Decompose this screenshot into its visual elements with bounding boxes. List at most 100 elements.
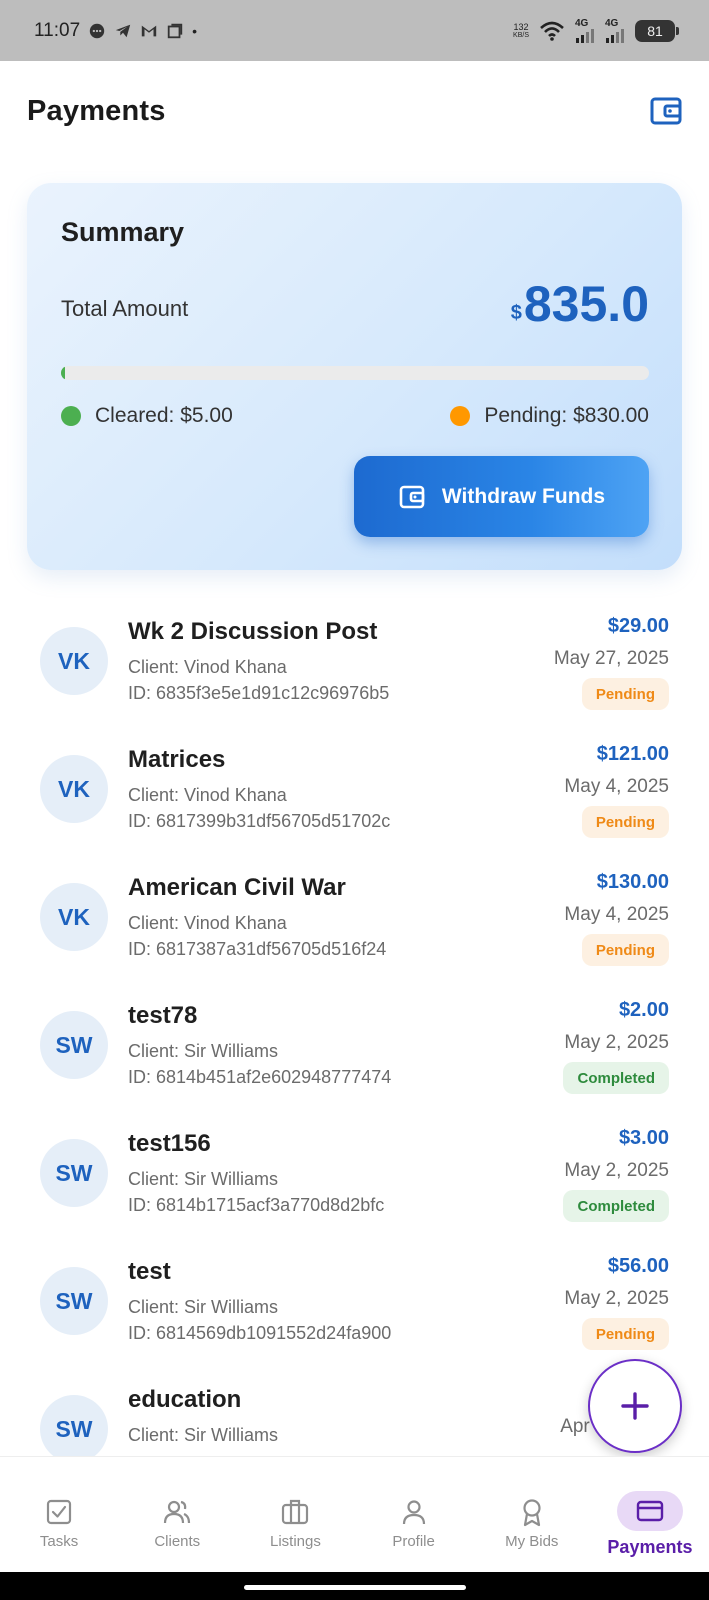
profile-icon: [402, 1500, 425, 1525]
payment-date: May 2, 2025: [564, 1288, 669, 1309]
cleared-label: Cleared: $5.00: [95, 404, 233, 427]
payment-row[interactable]: SW test Client: Sir Williams ID: 6814569…: [0, 1240, 709, 1368]
cleared-progress-bar: [61, 366, 649, 380]
gmail-notification-icon: [141, 25, 157, 36]
payment-id: ID: 6817387a31df56705d516f24: [128, 939, 387, 959]
payment-id: ID: 6817399b31df56705d51702c: [128, 811, 391, 831]
payment-title: test156: [128, 1130, 211, 1157]
client-avatar: VK: [40, 755, 108, 823]
status-bar: 11:07 • 132 KB/S 4G 4G 81: [0, 0, 709, 61]
payment-client: Client: Vinod Khana: [128, 657, 287, 677]
nav-label: Profile: [392, 1533, 435, 1550]
payment-amount: $121.00: [596, 743, 669, 765]
nav-item-payments[interactable]: Payments: [591, 1457, 709, 1572]
payment-id: ID: 6814b451af2e602948777474: [128, 1067, 392, 1087]
system-nav-bar: [0, 1572, 709, 1600]
chat-notification-icon: [89, 23, 105, 38]
client-avatar: VK: [40, 883, 108, 951]
active-nav-indicator: [616, 1491, 683, 1531]
nav-item-clients[interactable]: Clients: [118, 1457, 236, 1572]
wallet-icon[interactable]: [649, 94, 683, 128]
payment-id: ID: 6814569db1091552d24fa900: [128, 1323, 392, 1343]
payment-title: test: [128, 1258, 171, 1285]
status-time: 11:07: [34, 19, 81, 41]
payments-list[interactable]: VK Wk 2 Discussion Post Client: Vinod Kh…: [0, 600, 709, 1456]
payment-title: Matrices: [128, 746, 226, 773]
payment-amount: $2.00: [618, 999, 669, 1021]
nav-item-profile[interactable]: Profile: [355, 1457, 473, 1572]
signal-2: 4G: [605, 18, 625, 43]
client-avatar: VK: [40, 627, 108, 695]
summary-title: Summary: [61, 217, 185, 247]
summary-card: Summary Total Amount $ 835.0 Cleared: $5…: [27, 183, 682, 570]
battery-indicator: 81: [635, 19, 679, 42]
more-notifications-dot: •: [192, 22, 198, 39]
status-bar-left: 11:07 •: [34, 20, 197, 42]
payment-date: May 2, 2025: [564, 1032, 669, 1053]
bids-icon: [523, 1499, 541, 1527]
status-badge: Pending: [581, 1318, 669, 1350]
status-badge: Pending: [581, 806, 669, 838]
signal-1: 4G: [575, 18, 595, 43]
payment-date: May 27, 2025: [553, 648, 669, 669]
status-badge: Pending: [581, 678, 669, 710]
payment-row[interactable]: SW test78 Client: Sir Williams ID: 6814b…: [0, 984, 709, 1112]
payment-date: May 4, 2025: [564, 904, 669, 925]
payments-icon: [636, 1500, 664, 1522]
pending-dot: [450, 406, 471, 426]
payment-amount: $130.00: [596, 871, 669, 893]
payment-client: Client: Sir Williams: [128, 1297, 279, 1317]
signal-bars-icon: [606, 28, 624, 43]
status-badge: Completed: [563, 1062, 669, 1094]
plus-icon: [621, 1392, 649, 1420]
payment-title: Wk 2 Discussion Post: [128, 618, 378, 645]
payment-client: Client: Sir Williams: [128, 1169, 279, 1189]
cleared-dot: [61, 406, 81, 426]
status-bar-right: 132 KB/S 4G 4G 81: [513, 18, 679, 43]
nav-item-tasks[interactable]: Tasks: [0, 1457, 118, 1572]
bottom-nav: Tasks Clients Listings Profile My Bids P…: [0, 1456, 709, 1572]
network-speed: 132 KB/S: [513, 21, 529, 39]
app-header: Payments: [0, 61, 709, 161]
total-amount-value: 835.0: [523, 276, 649, 332]
tasks-icon: [46, 1499, 72, 1525]
nav-item-listings[interactable]: Listings: [236, 1457, 354, 1572]
payment-row[interactable]: VK American Civil War Client: Vinod Khan…: [0, 856, 709, 984]
page-title: Payments: [27, 94, 166, 127]
payment-date: May 2, 2025: [564, 1160, 669, 1181]
payment-id: ID: 6835f3e5e1d91c12c96976b5: [128, 683, 390, 703]
home-gesture-handle[interactable]: [244, 1585, 466, 1590]
add-payment-button[interactable]: [588, 1359, 682, 1453]
nav-item-my-bids[interactable]: My Bids: [473, 1457, 591, 1572]
payment-row[interactable]: SW test156 Client: Sir Williams ID: 6814…: [0, 1112, 709, 1240]
nav-label: Tasks: [39, 1533, 79, 1550]
payment-title: education: [128, 1386, 242, 1413]
payment-row[interactable]: VK Wk 2 Discussion Post Client: Vinod Kh…: [0, 600, 709, 728]
payment-client: Client: Vinod Khana: [128, 913, 287, 933]
cleared-legend: Cleared: $5.00: [61, 404, 233, 428]
clients-icon: [164, 1500, 191, 1524]
currency-symbol: $: [510, 302, 522, 324]
payment-row[interactable]: VK Matrices Client: Vinod Khana ID: 6817…: [0, 728, 709, 856]
payment-client: Client: Vinod Khana: [128, 785, 287, 805]
payment-amount: $56.00: [607, 1255, 669, 1277]
telegram-notification-icon: [115, 24, 131, 37]
cleared-progress-fill: [61, 366, 65, 380]
withdraw-funds-button[interactable]: Withdraw Funds: [354, 456, 649, 537]
payment-amount: $29.00: [607, 615, 669, 637]
wifi-icon: [540, 21, 564, 41]
pending-legend: Pending: $830.00: [450, 404, 649, 428]
client-avatar: SW: [40, 1139, 108, 1207]
payment-title: test78: [128, 1002, 198, 1029]
listings-icon: [282, 1499, 309, 1525]
client-avatar: SW: [40, 1395, 108, 1456]
nav-label: Payments: [607, 1537, 693, 1557]
payment-amount: $3.00: [618, 1127, 669, 1149]
payment-date: May 4, 2025: [564, 776, 669, 797]
nav-label: My Bids: [505, 1533, 559, 1550]
payment-client: Client: Sir Williams: [128, 1041, 279, 1061]
nav-label: Clients: [154, 1533, 201, 1550]
total-amount: $ 835.0: [511, 279, 649, 329]
signal-bars-icon: [576, 28, 594, 43]
client-avatar: SW: [40, 1267, 108, 1335]
